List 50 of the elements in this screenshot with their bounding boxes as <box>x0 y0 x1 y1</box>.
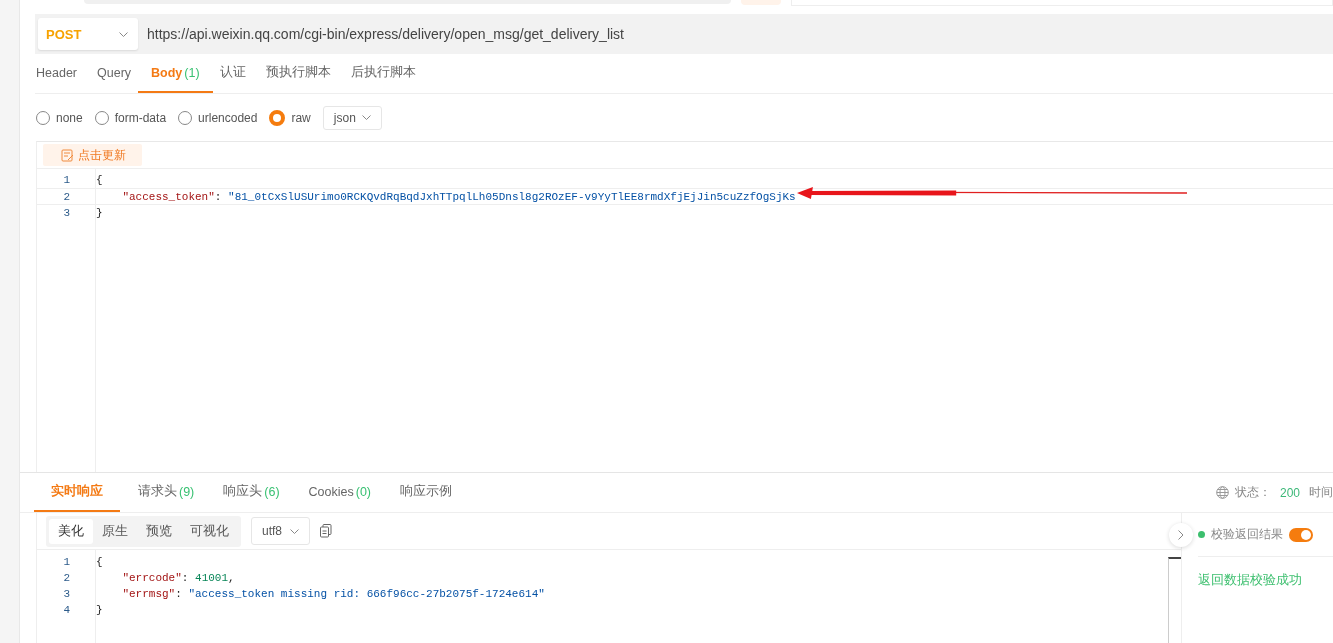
status-dot <box>1198 531 1205 538</box>
encoding-select[interactable]: utf8 <box>251 517 310 545</box>
caret-icon <box>119 31 128 37</box>
line-number: 3 <box>62 588 70 600</box>
tab[interactable]: 预执行脚本 <box>265 54 331 93</box>
tab[interactable]: Cookies (0) <box>308 473 371 512</box>
radio-option[interactable]: urlencoded <box>178 110 258 125</box>
url-field[interactable]: https://api.weixin.qq.com/cgi-bin/express/delivery/open_msg/get_delivery_list <box>147 26 624 42</box>
tab[interactable]: Header <box>36 54 77 93</box>
line-number: 3 <box>62 207 70 219</box>
expand-button[interactable] <box>1169 523 1193 547</box>
radio-option[interactable]: form-data <box>94 110 167 125</box>
radio-option[interactable]: raw <box>269 109 311 126</box>
status-label: 状态： <box>1234 484 1271 501</box>
view-mode-tab[interactable]: 可视化 <box>181 518 238 544</box>
code-line: { <box>96 174 103 186</box>
code-line: { <box>96 556 103 568</box>
time-label: 时间 <box>1309 484 1333 501</box>
code-line: } <box>96 604 103 616</box>
tab[interactable]: 认证 <box>219 54 246 93</box>
scrollbar[interactable] <box>1168 557 1181 643</box>
code-line: "errmsg": "access_token missing rid: 666f96cc-27b2075f-1724e614" <box>121 588 545 600</box>
line-number: 2 <box>62 190 70 203</box>
caret-icon <box>361 115 371 120</box>
code-line: } <box>96 207 103 219</box>
tab[interactable]: 请求头 (9) <box>138 473 195 512</box>
line-number: 4 <box>62 604 70 616</box>
validation-label: 校验返回结果 <box>1211 526 1283 543</box>
code-line: "access_token": "81_0tCxSlUSUrimo0RCKQvdRqBqdJxhTTpqlLh05Dnsl8g2ROzEF-v9YyTlEE8rmdXfjEjJin5cuZzfOgSjKs <box>121 190 796 203</box>
view-mode-tab[interactable]: 美化 <box>49 518 93 544</box>
line-number: 1 <box>62 556 70 568</box>
tab[interactable]: 响应头 (6) <box>223 473 280 512</box>
view-mode-tab[interactable]: 原生 <box>93 518 137 544</box>
line-number: 1 <box>62 174 70 186</box>
validation-result: 返回数据校验成功 <box>1198 572 1303 589</box>
toggle-switch[interactable] <box>1289 527 1313 542</box>
copy-icon[interactable] <box>320 524 332 538</box>
format-select[interactable]: json <box>322 105 382 130</box>
tab[interactable]: 后执行脚本 <box>350 54 416 93</box>
edit-icon <box>61 148 74 162</box>
radio-option[interactable]: none <box>36 110 83 125</box>
caret-icon <box>290 528 299 534</box>
view-mode-tab[interactable]: 预览 <box>137 518 181 544</box>
chevron-right-icon <box>1178 530 1184 540</box>
tab[interactable]: 响应示例 <box>400 473 452 512</box>
status-code: 200 <box>1279 485 1300 500</box>
globe-icon <box>1215 486 1229 499</box>
code-line: "errcode": 41001, <box>121 572 235 584</box>
line-number: 2 <box>62 572 70 584</box>
tab[interactable]: Query <box>97 54 132 93</box>
